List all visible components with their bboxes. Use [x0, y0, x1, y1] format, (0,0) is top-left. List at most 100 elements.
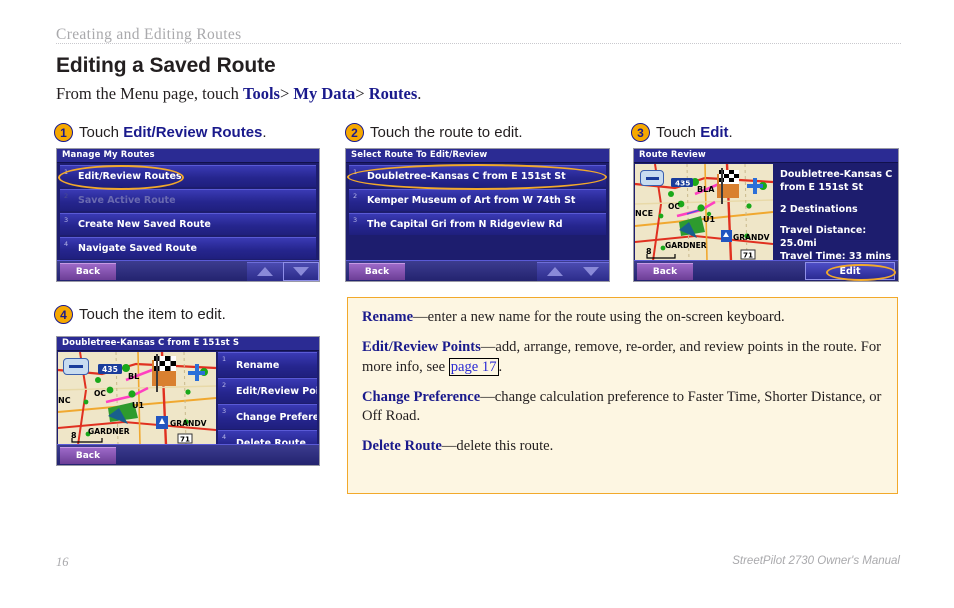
scroll-up-button[interactable] — [247, 261, 283, 281]
back-button[interactable]: Back — [60, 262, 116, 280]
list-item[interactable]: 3 The Capital Gri from N Ridgeview Rd — [349, 213, 606, 235]
step-3-prefix: Touch — [656, 124, 701, 141]
callout-text: delete this route. — [456, 438, 554, 455]
intro-link-routes[interactable]: Routes — [369, 84, 418, 103]
step-2-text: Touch the route to edit. — [370, 124, 523, 141]
callout-dash: — — [413, 309, 428, 325]
device-screen-route-edit-menu[interactable]: Doubletree-Kansas C from E 151st S 435 B… — [56, 336, 320, 466]
step-4-text: Touch the item to edit. — [79, 306, 226, 323]
svg-text:NCE: NCE — [635, 209, 653, 218]
list-item[interactable]: 1 Doubletree-Kansas C from E 151st St — [349, 165, 606, 187]
map-pane[interactable]: 435 BLA NCE OC U1 GRANDV GARDNER 71 8 — [635, 164, 773, 261]
step-1-text: Touch Edit/Review Routes. — [79, 124, 267, 141]
intro-link-mydata[interactable]: My Data — [293, 84, 355, 103]
step-1-suffix: . — [262, 124, 267, 141]
item-label: Create New Saved Route — [78, 219, 211, 230]
step-3-suffix: . — [728, 124, 733, 141]
callout-term: Delete Route — [362, 438, 442, 455]
item-label: Change Preference — [236, 411, 317, 423]
svg-text:8: 8 — [71, 431, 77, 440]
item-index: 2 — [222, 381, 227, 389]
list-item[interactable]: 2 Edit/Review Points — [218, 378, 317, 403]
screen-title: Manage My Routes — [57, 149, 319, 163]
route-name-line2: from E 151st St — [780, 181, 864, 193]
arrow-down-icon — [583, 267, 599, 276]
screen-title: Select Route To Edit/Review — [346, 149, 609, 163]
device-screen-route-review[interactable]: Route Review 435 BLA NCE OC U1 GRANDV GA… — [633, 148, 899, 282]
callout-dash: — — [480, 388, 495, 405]
back-button[interactable]: Back — [637, 262, 693, 280]
callout-term: Edit/Review Points — [362, 339, 481, 356]
item-label: Save Active Route — [78, 195, 176, 206]
bottom-bar: Back Edit — [634, 260, 898, 281]
back-button[interactable]: Back — [349, 262, 405, 280]
plus-icon[interactable] — [188, 364, 205, 381]
screen-title: Doubletree-Kansas C from E 151st S — [57, 337, 319, 351]
scroll-down-button[interactable] — [283, 261, 319, 281]
scroll-up-button[interactable] — [537, 261, 573, 281]
edit-button[interactable]: Edit — [805, 262, 895, 280]
step-2-caption: 2 Touch the route to edit. — [345, 123, 523, 142]
callout-dash: — — [441, 438, 457, 455]
intro-line: From the Menu page, touch Tools > My Data… — [56, 84, 421, 104]
step-1-number: 1 — [54, 123, 73, 142]
item-label: Kemper Museum of Art from W 74th St — [367, 195, 576, 206]
page-reference-link[interactable]: page 17 — [448, 357, 499, 376]
intro-link-tools[interactable]: Tools — [243, 84, 280, 103]
callout-dash: — — [480, 339, 496, 356]
list-item[interactable]: 1 Edit/Review Routes — [60, 165, 316, 187]
callout-text-after: . — [498, 358, 503, 375]
running-header: Creating and Editing Routes — [56, 26, 242, 44]
header-divider — [56, 43, 901, 44]
page-title: Editing a Saved Route — [56, 54, 276, 77]
bottom-bar: Back — [57, 260, 319, 281]
list-item[interactable]: 3 Change Preference — [218, 404, 317, 429]
svg-text:GRANDV: GRANDV — [170, 419, 207, 428]
destinations-count: 2 Destinations — [780, 203, 858, 215]
item-index: 3 — [64, 216, 69, 224]
svg-text:BL: BL — [128, 372, 139, 381]
footer-page-number: 16 — [56, 555, 69, 569]
running-header-text: Creating and Editing Routes — [56, 26, 242, 43]
back-button[interactable]: Back — [60, 446, 116, 464]
map-pane[interactable]: 435 BL NC OC U1 GRANDV GARDNER 71 8 — [58, 352, 216, 445]
callout-item-rename: Rename—enter a new name for the route us… — [362, 308, 883, 327]
svg-text:OC: OC — [668, 202, 680, 211]
minus-icon[interactable] — [640, 170, 664, 186]
step-3-number: 3 — [631, 123, 650, 142]
list-item[interactable]: 4 Navigate Saved Route — [60, 237, 316, 259]
svg-text:U1: U1 — [132, 401, 144, 410]
step-3-bold: Edit — [700, 124, 729, 141]
intro-separator-2: > — [355, 84, 365, 103]
intro-prefix: From the Menu page, touch — [56, 84, 243, 103]
travel-distance: Travel Distance: 25.0mi — [780, 225, 867, 250]
svg-text:OC: OC — [94, 389, 106, 398]
arrow-up-icon — [547, 267, 563, 276]
callout-term: Rename — [362, 309, 414, 325]
minus-icon[interactable] — [63, 358, 89, 375]
step-3-caption: 3 Touch Edit. — [631, 123, 733, 142]
svg-text:NC: NC — [58, 396, 71, 405]
callout-item-edit-review-points: Edit/Review Points—add, arrange, remove,… — [362, 338, 883, 377]
callout-box: Rename—enter a new name for the route us… — [347, 297, 898, 494]
svg-text:U1: U1 — [703, 215, 715, 224]
menu-list: 1 Edit/Review Routes 2 Save Active Route… — [57, 163, 319, 259]
step-3-text: Touch Edit. — [656, 124, 733, 141]
item-label: The Capital Gri from N Ridgeview Rd — [367, 219, 563, 230]
item-label: Doubletree-Kansas C from E 151st St — [367, 171, 566, 182]
item-index: 4 — [64, 240, 69, 248]
list-item[interactable]: 3 Create New Saved Route — [60, 213, 316, 235]
item-index: 2 — [353, 192, 358, 200]
item-label: Edit/Review Routes — [78, 171, 182, 182]
step-2-number: 2 — [345, 123, 364, 142]
item-index: 4 — [222, 433, 227, 441]
list-item[interactable]: 1 Rename — [218, 352, 317, 377]
scroll-down-button[interactable] — [573, 261, 609, 281]
device-screen-select-route[interactable]: Select Route To Edit/Review 1 Doubletree… — [345, 148, 610, 282]
step-4-number: 4 — [54, 305, 73, 324]
list-item[interactable]: 2 Kemper Museum of Art from W 74th St — [349, 189, 606, 211]
svg-text:GARDNER: GARDNER — [665, 241, 707, 250]
item-index: 3 — [353, 216, 358, 224]
plus-icon[interactable] — [747, 178, 763, 194]
device-screen-manage-my-routes[interactable]: Manage My Routes 1 Edit/Review Routes 2 … — [56, 148, 320, 282]
